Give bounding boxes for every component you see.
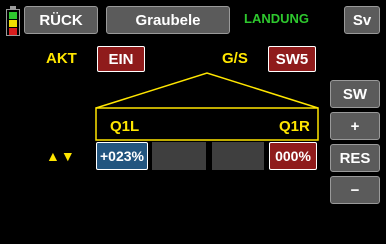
minus-button[interactable]: − [330, 176, 380, 204]
phase-name: LANDUNG [244, 11, 309, 26]
q1r-label: Q1R [279, 118, 310, 135]
plus-button[interactable]: + [330, 112, 380, 140]
sw-button[interactable]: SW [330, 80, 380, 108]
q1l-value-field[interactable]: +023% [96, 142, 148, 170]
empty-cell-right [212, 142, 264, 170]
model-name-button[interactable]: Graubele [106, 6, 230, 34]
reset-button[interactable]: RES [330, 144, 380, 172]
back-button[interactable]: RÜCK [24, 6, 98, 34]
q1r-value-field[interactable]: 000% [269, 142, 317, 170]
battery-icon [6, 6, 20, 36]
gs-label: G/S [222, 50, 248, 67]
akt-value-button[interactable]: EIN [97, 46, 145, 72]
up-down-arrows-icon: ▲▼ [46, 148, 76, 164]
akt-label: AKT [46, 50, 77, 67]
gs-value-button[interactable]: SW5 [268, 46, 316, 72]
q1l-label: Q1L [110, 118, 140, 135]
sv-button[interactable]: Sv [344, 6, 380, 34]
empty-cell-left [152, 142, 206, 170]
